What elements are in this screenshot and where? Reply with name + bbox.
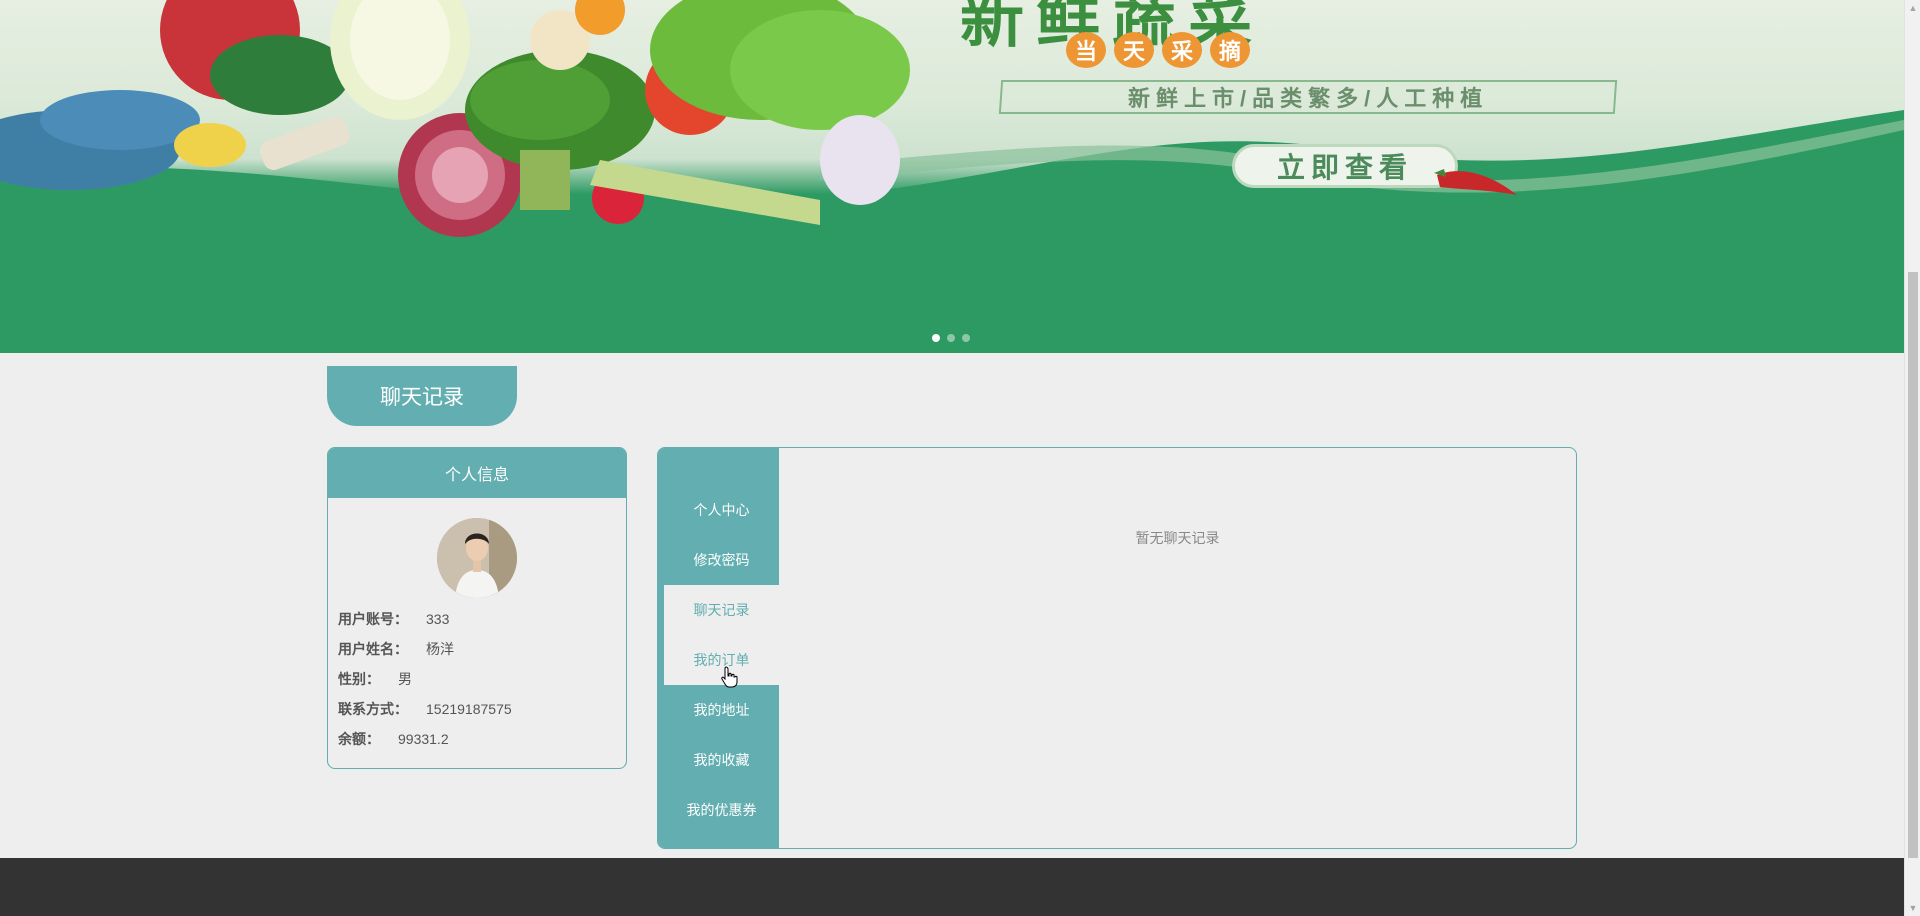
footer	[0, 858, 1904, 916]
field-value: 杨洋	[426, 641, 454, 657]
carousel-dot[interactable]	[947, 334, 955, 342]
scroll-up-icon[interactable]: ▲	[1905, 0, 1920, 16]
banner-tagline-text: 新鲜上市/品类繁多/人工种植	[1127, 86, 1489, 111]
profile-field-balance: 余额： 99331.2	[338, 724, 512, 754]
chili-pepper-image	[1434, 169, 1517, 195]
profile-field-phone: 联系方式： 15219187575	[338, 694, 512, 724]
nav-item-change-password[interactable]: 修改密码	[664, 535, 779, 585]
avatar-image	[437, 518, 517, 598]
hero-banner[interactable]: 新鲜蔬菜 当 天 采 摘 新鲜上市/品类繁多/人工种植 立即查看	[0, 0, 1904, 353]
field-label: 用户姓名：	[338, 641, 408, 657]
profile-info-list: 用户账号： 333 用户姓名： 杨洋 性别： 男 联系方式： 152191875…	[338, 604, 512, 754]
nav-item-my-coupons[interactable]: 我的优惠券	[664, 785, 779, 835]
profile-card-header: 个人信息	[328, 448, 626, 498]
side-nav: 个人中心 修改密码 聊天记录 我的订单 我的地址 我的收藏 我的优惠券	[658, 448, 779, 848]
field-label: 联系方式：	[338, 701, 408, 717]
carousel-dots	[932, 334, 970, 342]
field-value: 333	[426, 611, 450, 627]
field-value: 99331.2	[398, 731, 449, 747]
field-label: 性别：	[338, 671, 380, 687]
banner-badge: 采	[1162, 32, 1202, 68]
page-title: 聊天记录	[327, 366, 517, 426]
nav-item-my-favorites[interactable]: 我的收藏	[664, 735, 779, 785]
profile-field-account: 用户账号： 333	[338, 604, 512, 634]
banner-badge: 天	[1114, 32, 1154, 68]
field-label: 余额：	[338, 731, 380, 747]
field-value: 15219187575	[426, 701, 512, 717]
vegetables-illustration	[0, 0, 910, 237]
carousel-dot[interactable]	[932, 334, 940, 342]
banner-badge: 当	[1066, 32, 1106, 68]
profile-field-gender: 性别： 男	[338, 664, 512, 694]
nav-item-personal-center[interactable]: 个人中心	[664, 485, 779, 535]
nav-item-my-address[interactable]: 我的地址	[664, 685, 779, 735]
view-now-button[interactable]: 立即查看	[1232, 144, 1458, 188]
hand-cursor-icon	[721, 666, 738, 688]
banner-tagline: 新鲜上市/品类繁多/人工种植	[998, 80, 1618, 114]
profile-field-name: 用户姓名： 杨洋	[338, 634, 512, 664]
carousel-dot[interactable]	[962, 334, 970, 342]
field-label: 用户账号：	[338, 611, 408, 627]
scroll-down-icon[interactable]: ▼	[1905, 900, 1920, 916]
avatar	[437, 518, 517, 598]
banner-badges: 当 天 采 摘	[1066, 32, 1250, 68]
profile-card: 个人信息 用户账号： 333 用户姓名： 杨洋 性别： 男 联系方式： 1521…	[327, 447, 627, 769]
nav-item-chat-history[interactable]: 聊天记录	[664, 585, 779, 635]
vertical-scrollbar[interactable]: ▲ ▼	[1904, 0, 1920, 916]
user-center-panel: 个人中心 修改密码 聊天记录 我的订单 我的地址 我的收藏 我的优惠券 暂无聊天…	[657, 447, 1577, 849]
empty-chat-message: 暂无聊天记录	[1135, 530, 1220, 546]
field-value: 男	[398, 671, 412, 687]
scrollbar-thumb[interactable]	[1908, 272, 1918, 858]
banner-badge: 摘	[1210, 32, 1250, 68]
